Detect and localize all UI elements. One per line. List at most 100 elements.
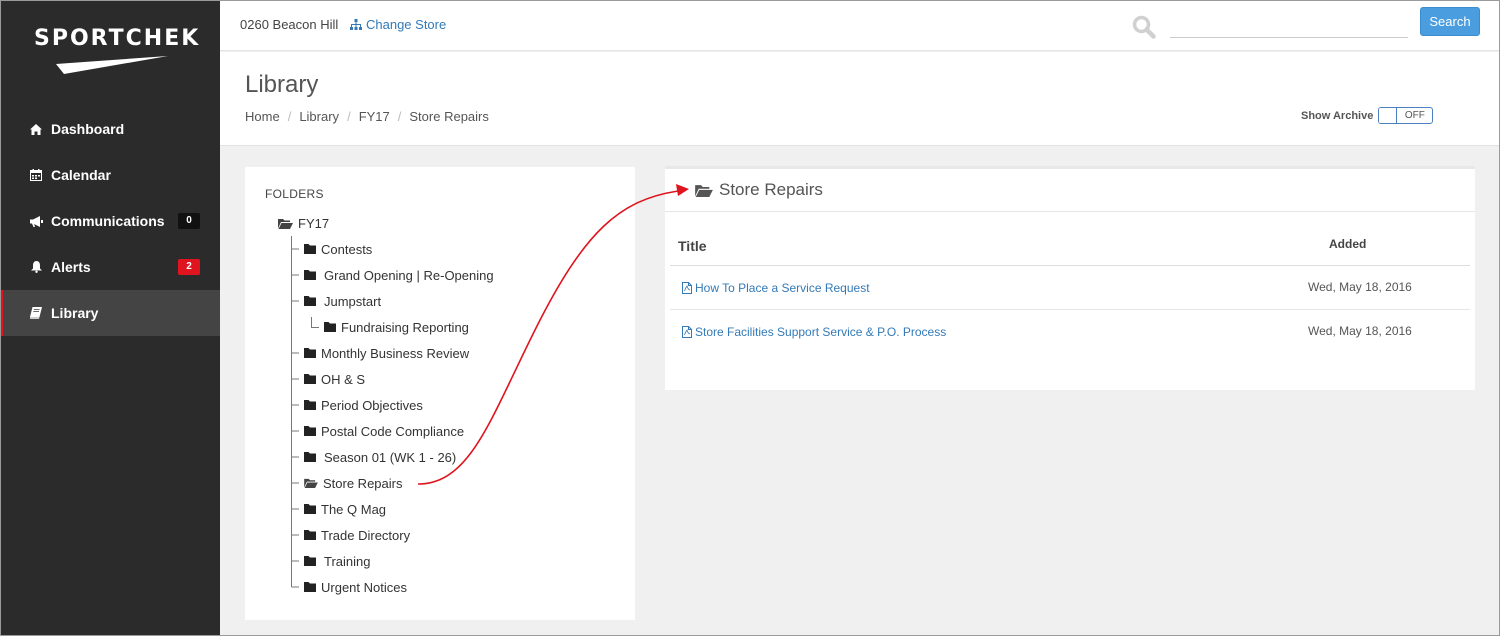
sidebar-item-dashboard[interactable]: Dashboard (0, 106, 220, 152)
folder-fundraising-reporting[interactable]: Fundraising Reporting (324, 317, 469, 337)
folder-icon (304, 452, 316, 462)
book-icon (28, 306, 44, 320)
sidebar-item-label: Library (51, 305, 99, 321)
folder-period-objectives[interactable]: Period Objectives (304, 395, 423, 415)
folder-label: Season 01 (WK 1 - 26) (324, 449, 457, 465)
folder-contests[interactable]: Contests (304, 239, 372, 259)
folder-oh-and-s[interactable]: OH & S (304, 369, 365, 389)
folder-open-icon (304, 478, 318, 488)
folder-icon (324, 322, 336, 332)
megaphone-icon (28, 214, 44, 228)
sidebar-item-library[interactable]: Library (0, 290, 220, 336)
swoosh-icon (56, 56, 168, 74)
folder-training[interactable]: Training (304, 551, 370, 571)
folder-icon (304, 582, 316, 592)
show-archive-toggle[interactable]: OFF (1378, 107, 1434, 124)
sidebar-nav: Dashboard Calendar Communications 0 Aler… (0, 106, 220, 336)
document-link[interactable]: How To Place a Service Request (682, 281, 870, 295)
search-input[interactable] (1170, 14, 1408, 38)
pdf-file-icon (682, 282, 692, 294)
document-added-date: Wed, May 18, 2016 (1308, 324, 1412, 338)
sidebar-item-label: Dashboard (51, 121, 125, 137)
folder-season-01[interactable]: Season 01 (WK 1 - 26) (304, 447, 456, 467)
folder-jumpstart[interactable]: Jumpstart (304, 291, 381, 311)
sidebar-item-alerts[interactable]: Alerts 2 (0, 244, 220, 290)
folder-store-repairs[interactable]: Store Repairs (304, 473, 402, 493)
sidebar-item-label: Calendar (51, 167, 111, 183)
sportchek-logo[interactable]: SPORTCHEK (34, 26, 201, 78)
folder-monthly-business-review[interactable]: Monthly Business Review (304, 343, 469, 363)
sidebar-item-calendar[interactable]: Calendar (0, 152, 220, 198)
breadcrumb-home[interactable]: Home (245, 109, 280, 124)
document-link[interactable]: Store Facilities Support Service & P.O. … (682, 325, 946, 339)
folder-label: FY17 (298, 215, 330, 231)
folder-label: Grand Opening | Re-Opening (324, 267, 494, 283)
sitemap-icon (350, 19, 362, 30)
folder-icon (304, 556, 316, 566)
folder-label: Store Repairs (323, 475, 403, 491)
folder-icon (304, 296, 316, 306)
document-title: Store Facilities Support Service & P.O. … (695, 325, 947, 339)
table-row: How To Place a Service Request Wed, May … (670, 266, 1470, 310)
show-archive-control: Show Archive OFF (1301, 107, 1434, 124)
breadcrumb-fy17[interactable]: FY17 (359, 109, 390, 124)
folder-fy17[interactable]: FY17 (278, 213, 329, 233)
folder-open-icon (695, 184, 713, 197)
folder-label: The Q Mag (321, 501, 387, 517)
pdf-file-icon (682, 326, 692, 338)
folder-icon (304, 244, 316, 254)
communications-count-badge: 0 (178, 213, 200, 229)
folder-open-icon (278, 218, 293, 229)
document-added-date: Wed, May 18, 2016 (1308, 280, 1412, 294)
search-button[interactable]: Search (1420, 7, 1480, 36)
top-bar: 0260 Beacon Hill Change Store Search (220, 0, 1500, 51)
store-name: 0260 Beacon Hill (240, 17, 339, 32)
folder-icon (304, 504, 316, 514)
folders-panel: FOLDERS FY17 Contests Grand Opening | Re… (245, 167, 635, 620)
folder-label: Postal Code Compliance (321, 423, 465, 439)
folder-contents-panel: Store Repairs Title Added How To Place a… (665, 166, 1475, 390)
folder-label: Fundraising Reporting (341, 319, 469, 335)
folder-icon (304, 374, 316, 384)
sidebar-item-label: Alerts (51, 259, 91, 275)
folder-label: Training (324, 553, 371, 569)
sidebar-item-label: Communications (51, 213, 165, 229)
table-row: Store Facilities Support Service & P.O. … (670, 310, 1470, 354)
page-header: Library Home / Library / FY17 / Store Re… (220, 52, 1500, 146)
folder-postal-code-compliance[interactable]: Postal Code Compliance (304, 421, 464, 441)
toggle-knob (1379, 108, 1398, 123)
folder-label: Contests (321, 241, 373, 257)
page-title: Library (245, 71, 319, 98)
bell-icon (28, 260, 44, 274)
brand-name: SPORTCHEK (34, 26, 201, 51)
change-store-link[interactable]: Change Store (350, 17, 446, 32)
folder-label: Period Objectives (321, 397, 423, 413)
folder-icon (304, 426, 316, 436)
folder-label: Trade Directory (321, 527, 411, 543)
breadcrumb: Home / Library / FY17 / Store Repairs (245, 109, 489, 124)
document-title: How To Place a Service Request (695, 281, 870, 295)
breadcrumb-separator: / (287, 109, 292, 124)
column-header-title[interactable]: Title (678, 238, 707, 254)
breadcrumb-library[interactable]: Library (299, 109, 339, 124)
folder-the-q-mag[interactable]: The Q Mag (304, 499, 386, 519)
folder-label: Jumpstart (324, 293, 382, 309)
column-header-added[interactable]: Added (1329, 237, 1366, 251)
folder-urgent-notices[interactable]: Urgent Notices (304, 577, 407, 597)
folder-label: Urgent Notices (321, 579, 407, 595)
folder-trade-directory[interactable]: Trade Directory (304, 525, 410, 545)
show-archive-label: Show Archive (1301, 109, 1374, 122)
folder-label: Monthly Business Review (321, 345, 470, 361)
breadcrumb-separator: / (347, 109, 351, 124)
table-header-row: Title Added (670, 232, 1470, 266)
folder-icon (304, 348, 316, 358)
sidebar: SPORTCHEK Dashboard Calendar Communicati… (0, 0, 220, 636)
folder-grand-opening[interactable]: Grand Opening | Re-Opening (304, 265, 494, 285)
folder-contents-title: Store Repairs (719, 180, 823, 199)
alerts-count-badge: 2 (178, 259, 200, 275)
folder-contents-header: Store Repairs (665, 169, 1475, 212)
folder-icon (304, 530, 316, 540)
search-icon[interactable] (1132, 15, 1156, 44)
breadcrumb-separator: / (397, 109, 402, 124)
sidebar-item-communications[interactable]: Communications 0 (0, 198, 220, 244)
